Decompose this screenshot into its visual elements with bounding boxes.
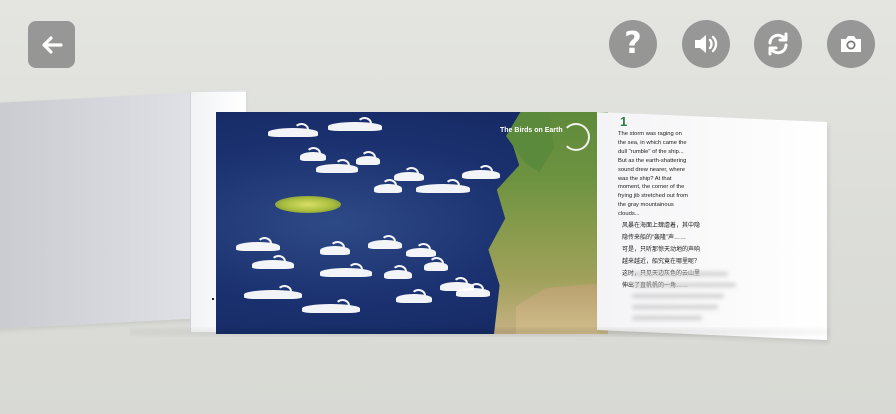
map-illustration xyxy=(216,112,608,334)
story-line: clouds... xyxy=(618,211,640,218)
blurred-line xyxy=(632,283,736,287)
blurred-line xyxy=(632,305,718,309)
story-line: sound drew nearer, where xyxy=(618,166,686,173)
back-button[interactable] xyxy=(28,21,75,68)
wave xyxy=(236,237,280,251)
wave xyxy=(268,123,318,137)
story-line: was the ship? At that xyxy=(618,175,672,182)
refresh-button[interactable] xyxy=(754,20,802,68)
wave xyxy=(356,151,380,165)
wave xyxy=(368,235,402,249)
wave xyxy=(424,257,448,271)
swirl-logo-icon xyxy=(562,123,590,151)
wave xyxy=(316,159,358,173)
wave xyxy=(300,147,326,161)
map-title: The Birds on Earth xyxy=(500,127,563,134)
story-line: 越来越近，船究竟在哪里呢？ xyxy=(622,259,701,266)
wave xyxy=(320,241,350,255)
blurred-line xyxy=(632,272,728,276)
camera-button[interactable] xyxy=(827,20,875,68)
story-line: But as the earth-shattering xyxy=(618,157,687,164)
blurred-text xyxy=(632,272,742,327)
english-story-text: The storm was raging on the sea, in whic… xyxy=(618,130,716,219)
wave xyxy=(244,285,302,299)
wave xyxy=(396,289,432,303)
story-line: frying jib stretched out from xyxy=(618,193,688,200)
blurred-line xyxy=(632,316,702,320)
refresh-icon xyxy=(768,32,788,56)
ufo-glow xyxy=(275,196,341,213)
wave xyxy=(328,117,382,131)
camera-icon xyxy=(841,36,861,52)
spine-dot xyxy=(212,298,214,300)
wave xyxy=(384,265,412,279)
story-line: dull "rumble" of the ship... xyxy=(618,148,684,155)
wave xyxy=(456,283,490,297)
wave xyxy=(406,243,436,257)
wave xyxy=(374,179,402,193)
story-line: 风暴在海面上肆虐着，其中隐 xyxy=(622,223,701,229)
sound-button[interactable] xyxy=(682,20,730,68)
arrow-left-icon xyxy=(41,35,63,54)
wave xyxy=(252,255,294,269)
story-line: the gray mountainous xyxy=(618,202,674,209)
wave xyxy=(462,165,500,179)
help-button[interactable]: ? xyxy=(609,20,657,68)
question-icon: ? xyxy=(624,26,642,61)
speaker-icon xyxy=(695,35,718,53)
book-shadow xyxy=(130,327,830,337)
story-line: moment, the corner of the xyxy=(618,184,685,191)
story-line: The storm was raging on xyxy=(618,131,682,137)
wave xyxy=(320,263,372,277)
blurred-line xyxy=(632,294,724,298)
story-line: the sea, in which came the xyxy=(618,139,687,146)
wave xyxy=(416,179,470,193)
page-number: 1 xyxy=(620,114,628,129)
story-line: 隐传来船的“轰隆”声…… xyxy=(622,235,686,242)
story-line: 可是，只听那惊天动地的声响 xyxy=(622,247,701,254)
wave xyxy=(394,167,424,181)
wave xyxy=(302,299,360,313)
